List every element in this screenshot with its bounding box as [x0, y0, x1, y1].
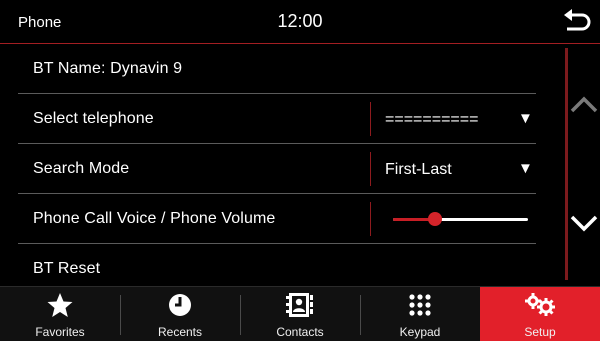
- nav-contacts[interactable]: Contacts: [240, 287, 360, 341]
- scroll-up-button[interactable]: [568, 85, 600, 121]
- chevron-down-icon: [570, 215, 598, 232]
- clock: 12:00: [277, 11, 323, 31]
- nav-setup[interactable]: Setup: [480, 287, 600, 341]
- row-separator: [370, 152, 371, 186]
- dropdown-arrow-icon[interactable]: ▼: [518, 160, 533, 177]
- nav-label: Recents: [157, 325, 203, 339]
- phone-volume-row: Phone Call Voice / Phone Volume: [18, 194, 536, 244]
- phone-volume-slider[interactable]: [393, 211, 528, 227]
- nav-label: Keypad: [399, 325, 441, 339]
- nav-favorites[interactable]: Favorites: [0, 287, 120, 341]
- bottom-nav: Favorites Recents Contacts Keypad Setup: [0, 286, 600, 341]
- bt-name-row: BT Name: Dynavin 9: [18, 44, 536, 94]
- settings-list: BT Name: Dynavin 9 Select telephone ====…: [18, 44, 536, 293]
- address-book-icon: [286, 293, 313, 317]
- nav-keypad[interactable]: Keypad: [360, 287, 480, 341]
- back-arrow-icon: [564, 9, 591, 31]
- header-bar: Phone 12:00: [0, 0, 600, 43]
- row-separator: [370, 102, 371, 136]
- search-mode-value[interactable]: First-Last: [385, 161, 452, 179]
- nav-label: Favorites: [35, 325, 85, 339]
- chevron-up-icon: [570, 96, 598, 113]
- nav-recents[interactable]: Recents: [120, 287, 240, 341]
- nav-label: Contacts: [276, 325, 324, 339]
- phone-volume-label: Phone Call Voice / Phone Volume: [33, 210, 276, 227]
- bt-reset-label: BT Reset: [33, 260, 101, 277]
- keypad-icon: [409, 294, 431, 316]
- gears-icon: [525, 293, 555, 316]
- star-icon: [47, 293, 73, 317]
- back-button[interactable]: [560, 6, 594, 38]
- row-separator: [370, 202, 371, 236]
- bt-name-label: BT Name: Dynavin 9: [33, 60, 183, 77]
- search-mode-label: Search Mode: [33, 160, 130, 177]
- select-telephone-label: Select telephone: [33, 110, 154, 127]
- scroll-down-button[interactable]: [568, 205, 600, 241]
- select-telephone-row[interactable]: Select telephone ========== ▼: [18, 94, 536, 144]
- slider-thumb[interactable]: [427, 212, 442, 226]
- clock-icon: [169, 294, 191, 316]
- dropdown-arrow-icon[interactable]: ▼: [518, 110, 533, 127]
- select-telephone-value[interactable]: ==========: [385, 111, 478, 129]
- scrollbar[interactable]: [565, 48, 568, 280]
- search-mode-row[interactable]: Search Mode First-Last ▼: [18, 144, 536, 194]
- nav-label: Setup: [524, 325, 556, 339]
